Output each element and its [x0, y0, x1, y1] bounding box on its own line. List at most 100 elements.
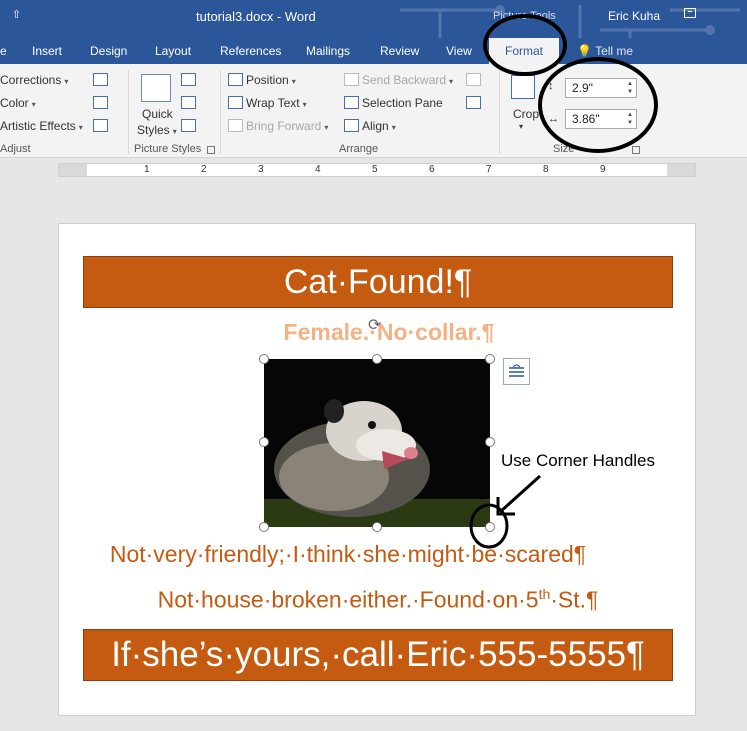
- left-margin-zone: [59, 164, 87, 176]
- ribbon-display-options-icon[interactable]: [684, 8, 696, 18]
- group-divider: [128, 70, 129, 154]
- wrap-text-icon: [228, 96, 243, 109]
- title-bar: ⇧ tutorial3.docx - Word Picture Tools Er…: [0, 0, 747, 66]
- dialog-launcher-icon[interactable]: [632, 146, 640, 154]
- align-button[interactable]: Align ▾: [362, 119, 396, 133]
- bring-forward-button[interactable]: Bring Forward ▾: [246, 119, 328, 133]
- line2-superscript: th: [538, 586, 551, 602]
- resize-handle-right[interactable]: [485, 437, 495, 447]
- color-button[interactable]: Color ▾: [0, 96, 36, 110]
- ribbon-tabs: e Insert Design Layout References Mailin…: [0, 38, 747, 64]
- spinner-arrows-icon[interactable]: ▲ ▼: [627, 111, 633, 127]
- tab-format[interactable]: Format: [489, 38, 560, 64]
- group-objects-icon[interactable]: [466, 73, 481, 86]
- layout-options-button[interactable]: [503, 358, 530, 385]
- chevron-down-icon: ▾: [64, 77, 69, 86]
- wrap-text-button[interactable]: Wrap Text ▾: [246, 96, 307, 110]
- tab-insert[interactable]: Insert: [32, 44, 62, 58]
- quick-styles-icon[interactable]: [141, 74, 171, 102]
- opossum-picture[interactable]: [264, 359, 490, 527]
- ribbon: Corrections ▾ Color ▾ Artistic Effects ▾ Ad…: [0, 64, 747, 158]
- tab-design[interactable]: Design: [90, 44, 127, 58]
- right-margin-zone: [667, 164, 695, 176]
- chevron-down-icon: ▾: [302, 100, 307, 109]
- corrections-button[interactable]: Corrections ▾: [0, 73, 68, 87]
- color-label: Color: [0, 96, 29, 110]
- resize-handle-bottom-left[interactable]: [259, 522, 269, 532]
- rotate-icon[interactable]: [466, 96, 481, 109]
- shape-height-field[interactable]: 2.9" ▲ ▼: [565, 78, 637, 98]
- ruler-number: 4: [315, 164, 321, 175]
- selection-pane-icon: [344, 96, 359, 109]
- position-icon: [228, 73, 243, 86]
- artistic-effects-label: Artistic Effects: [0, 119, 76, 133]
- tab-references[interactable]: References: [220, 44, 281, 58]
- tell-me-box[interactable]: 💡 Tell me: [577, 44, 633, 58]
- line2-text: Not·house·broken·either.·Found·on·5: [157, 586, 539, 613]
- bring-forward-label: Bring Forward: [246, 119, 322, 133]
- chevron-down-icon: ▾: [324, 123, 329, 132]
- tab-home[interactable]: e: [0, 44, 7, 58]
- rotate-handle-icon[interactable]: ⟳: [368, 315, 381, 335]
- shape-height-icon: ↕: [548, 80, 554, 92]
- quick-access-menu[interactable]: ⇧: [12, 8, 21, 21]
- tab-view[interactable]: View: [446, 44, 472, 58]
- shape-width-field[interactable]: 3.86" ▲ ▼: [565, 109, 637, 129]
- send-backward-label: Send Backward: [362, 73, 447, 87]
- annotation-label: Use Corner Handles: [501, 451, 656, 470]
- chevron-down-icon: ▾: [291, 77, 296, 86]
- friendly-line[interactable]: Not·very·friendly;·I·think·she·might·be·…: [29, 541, 667, 568]
- send-backward-button[interactable]: Send Backward ▾: [362, 73, 453, 87]
- picture-effects-icon[interactable]: [181, 96, 196, 109]
- resize-handle-top-right[interactable]: [485, 354, 495, 364]
- picture-styles-group-label: Picture Styles: [134, 143, 202, 155]
- contact-banner[interactable]: If·she’s·yours,·call·Eric·555-5555¶: [83, 629, 673, 681]
- title-banner[interactable]: Cat·Found!¶: [83, 256, 673, 308]
- ruler-number: 3: [258, 164, 264, 175]
- quick-styles-button[interactable]: Styles ▾: [137, 123, 177, 137]
- chevron-down-icon: ▾: [31, 100, 36, 109]
- resize-handle-top-left[interactable]: [259, 354, 269, 364]
- tab-review[interactable]: Review: [380, 44, 419, 58]
- dialog-launcher-icon[interactable]: [207, 146, 215, 154]
- width-value: 3.86": [572, 112, 600, 126]
- adjust-group-label: Adjust: [0, 143, 31, 155]
- tab-layout[interactable]: Layout: [155, 44, 191, 58]
- user-name[interactable]: Eric Kuha: [608, 9, 660, 23]
- crop-button[interactable]: Crop: [513, 107, 539, 121]
- tell-me-label: Tell me: [595, 44, 634, 58]
- house-broken-line[interactable]: Not·house·broken·either.·Found·on·5th·St…: [59, 586, 697, 614]
- resize-handle-top[interactable]: [372, 354, 382, 364]
- chevron-down-icon: ▾: [78, 123, 83, 132]
- resize-handle-left[interactable]: [259, 437, 269, 447]
- line2-suffix: ·St.¶: [550, 586, 599, 613]
- chevron-down-icon[interactable]: ▾: [519, 122, 523, 131]
- corrections-label: Corrections: [0, 73, 62, 87]
- ruler-number: 2: [201, 164, 207, 175]
- compress-pictures-icon[interactable]: [93, 73, 108, 86]
- artistic-effects-button[interactable]: Artistic Effects ▾: [0, 119, 83, 133]
- chevron-down-icon: ▾: [391, 123, 396, 132]
- chevron-down-icon: ▾: [172, 127, 177, 136]
- shape-width-icon: ↔: [548, 113, 559, 125]
- wrap-text-label: Wrap Text: [246, 96, 300, 110]
- horizontal-ruler[interactable]: 1 2 3 4 5 6 7 8 9: [58, 163, 696, 177]
- height-value: 2.9": [572, 81, 593, 95]
- change-picture-icon[interactable]: [93, 96, 108, 109]
- quick-styles-label[interactable]: Quick: [142, 107, 173, 121]
- resize-handle-bottom-right[interactable]: [485, 522, 495, 532]
- reset-picture-icon[interactable]: [93, 119, 108, 132]
- crop-icon[interactable]: [511, 75, 535, 99]
- tab-mailings[interactable]: Mailings: [306, 44, 350, 58]
- selection-pane-button[interactable]: Selection Pane: [362, 96, 443, 110]
- ruler-number: 8: [543, 164, 549, 175]
- spinner-arrows-icon[interactable]: ▲ ▼: [627, 80, 633, 96]
- align-icon: [344, 119, 359, 132]
- resize-handle-bottom[interactable]: [372, 522, 382, 532]
- document-title: tutorial3.docx - Word: [196, 9, 316, 24]
- picture-border-icon[interactable]: [181, 73, 196, 86]
- arrange-group-label: Arrange: [339, 143, 379, 155]
- position-button[interactable]: Position ▾: [246, 73, 296, 87]
- subtitle-text[interactable]: Female.·No·collar.¶: [259, 319, 519, 346]
- picture-layout-icon[interactable]: [181, 119, 196, 132]
